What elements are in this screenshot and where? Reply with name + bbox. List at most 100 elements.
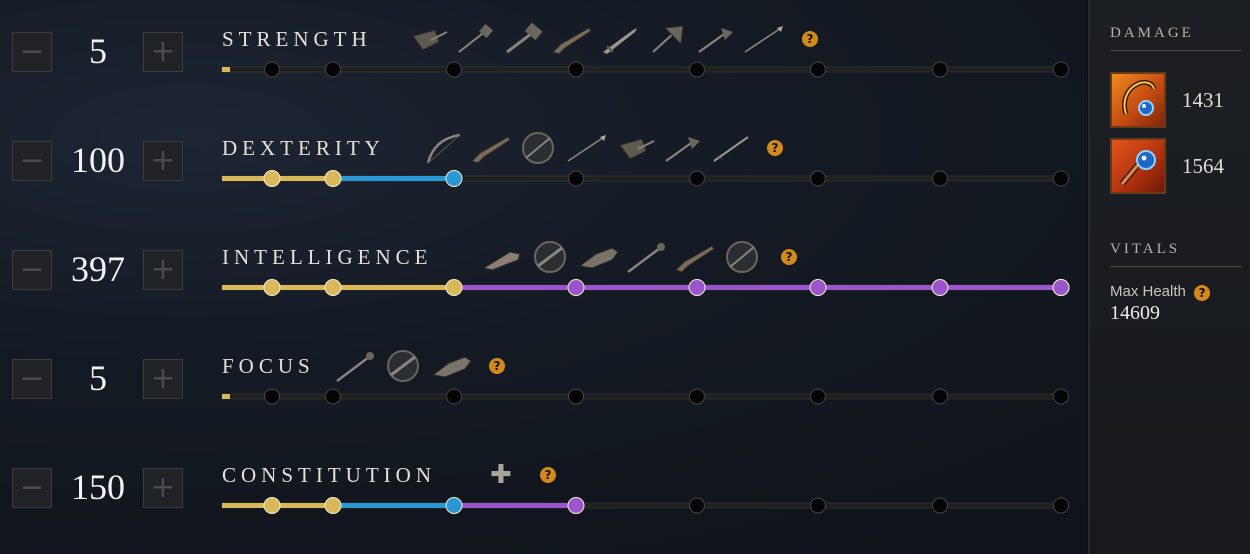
great-axe-icon[interactable]: [645, 22, 689, 56]
fire-staff-icon[interactable]: [480, 240, 524, 274]
bow-icon[interactable]: [420, 131, 464, 165]
decrease-strength-button[interactable]: −: [12, 32, 52, 72]
progress-node[interactable]: [809, 388, 827, 405]
life-staff-icon[interactable]: [333, 349, 377, 383]
focus-help-icon[interactable]: ?: [489, 358, 505, 374]
progress-node-end[interactable]: [1053, 170, 1069, 187]
progress-node-end[interactable]: [1053, 388, 1069, 405]
blunderbuss-icon[interactable]: [516, 131, 560, 165]
increase-strength-button[interactable]: +: [143, 32, 183, 72]
max-health-help-icon[interactable]: ?: [1194, 285, 1211, 301]
progress-node[interactable]: [263, 497, 281, 514]
focus-label: FOCUS: [222, 354, 315, 378]
round-shield-icon[interactable]: [612, 131, 656, 165]
ice-gauntlet-icon[interactable]: [576, 240, 620, 274]
progress-node[interactable]: [688, 61, 706, 78]
progress-node[interactable]: [931, 61, 949, 78]
progress-node[interactable]: [809, 279, 827, 296]
progress-node[interactable]: [445, 170, 463, 187]
constitution-help-icon[interactable]: ?: [540, 467, 556, 483]
damage-item-fire-staff[interactable]: 1431: [1110, 72, 1245, 130]
hatchet-icon[interactable]: [693, 22, 737, 56]
decrease-constitution-button[interactable]: −: [12, 468, 52, 508]
life-staff-icon[interactable]: [624, 240, 668, 274]
dexterity-help-icon[interactable]: ?: [767, 140, 783, 156]
increase-constitution-button[interactable]: +: [143, 468, 183, 508]
progress-node[interactable]: [324, 61, 342, 78]
great-hammer-icon[interactable]: [501, 22, 545, 56]
progress-node[interactable]: [567, 170, 585, 187]
progress-fill-segment: [697, 285, 818, 290]
musket-icon[interactable]: [468, 131, 512, 165]
progress-node[interactable]: [324, 279, 342, 296]
round-shield-icon[interactable]: [405, 22, 449, 56]
progress-fill-segment: [272, 503, 333, 508]
progress-node[interactable]: [931, 388, 949, 405]
hatchet-icon[interactable]: [660, 131, 704, 165]
progress-fill-segment: [576, 285, 697, 290]
musket-icon[interactable]: [672, 240, 716, 274]
intelligence-label: INTELLIGENCE: [222, 245, 433, 269]
progress-fill-segment: [272, 176, 333, 181]
progress-node[interactable]: [931, 279, 949, 296]
constitution-progress-graphic: [221, 497, 1070, 514]
blunderbuss-icon[interactable]: [720, 240, 764, 274]
progress-node[interactable]: [567, 61, 585, 78]
progress-node[interactable]: [688, 497, 706, 514]
progress-node-end[interactable]: [1052, 279, 1070, 296]
increase-dexterity-button[interactable]: +: [143, 141, 183, 181]
musket-icon[interactable]: [549, 22, 593, 56]
health-plus-icon: ✚: [490, 460, 512, 490]
dexterity-value: 100: [71, 140, 125, 180]
damage-value: 1431: [1182, 88, 1224, 112]
progress-node[interactable]: [809, 170, 827, 187]
progress-node-end[interactable]: [1053, 497, 1069, 514]
ice-gauntlet-icon[interactable]: [429, 349, 473, 383]
progress-node[interactable]: [809, 497, 827, 514]
strength-value: 5: [89, 31, 107, 71]
progress-node[interactable]: [445, 497, 463, 514]
progress-node[interactable]: [931, 497, 949, 514]
void-gauntlet-icon[interactable]: [381, 349, 425, 383]
damage-section-label: DAMAGE: [1110, 25, 1194, 41]
strength-help-icon[interactable]: ?: [802, 31, 818, 47]
progress-node[interactable]: [688, 388, 706, 405]
progress-node-end[interactable]: [1053, 61, 1069, 78]
damage-item-life-staff[interactable]: 1564: [1110, 138, 1245, 196]
decrease-dexterity-button[interactable]: −: [12, 141, 52, 181]
progress-node[interactable]: [688, 279, 706, 296]
spear-icon[interactable]: [564, 131, 608, 165]
progress-node[interactable]: [688, 170, 706, 187]
progress-node[interactable]: [567, 279, 585, 296]
constitution-progress-track: [221, 496, 1070, 516]
progress-node[interactable]: [324, 388, 342, 405]
stat-row-intelligence: −397 + INTELLIGENCE?: [0, 218, 1085, 318]
progress-node[interactable]: [809, 61, 827, 78]
decrease-focus-button[interactable]: −: [12, 359, 52, 399]
intelligence-progress-graphic: [221, 279, 1070, 296]
intelligence-help-icon[interactable]: ?: [781, 249, 797, 265]
increase-focus-button[interactable]: +: [143, 359, 183, 399]
progress-fill-segment: [333, 285, 454, 290]
progress-node[interactable]: [324, 497, 342, 514]
increase-intelligence-button[interactable]: +: [143, 250, 183, 290]
progress-node[interactable]: [263, 170, 281, 187]
sword-icon[interactable]: [597, 22, 641, 56]
progress-node[interactable]: [263, 61, 281, 78]
progress-node[interactable]: [567, 497, 585, 514]
progress-node[interactable]: [567, 388, 585, 405]
decrease-intelligence-button[interactable]: −: [12, 250, 52, 290]
progress-node[interactable]: [445, 279, 463, 296]
spear-icon[interactable]: [741, 22, 785, 56]
intelligence-weapon-list: [480, 240, 764, 274]
progress-node[interactable]: [263, 279, 281, 296]
progress-node[interactable]: [931, 170, 949, 187]
void-gauntlet-icon[interactable]: [528, 240, 572, 274]
progress-node[interactable]: [263, 388, 281, 405]
stat-row-constitution: −150 + CONSTITUTION ✚?: [0, 436, 1085, 536]
progress-node[interactable]: [445, 61, 463, 78]
progress-node[interactable]: [445, 388, 463, 405]
rapier-icon[interactable]: [708, 131, 752, 165]
war-hammer-icon[interactable]: [453, 22, 497, 56]
progress-node[interactable]: [324, 170, 342, 187]
